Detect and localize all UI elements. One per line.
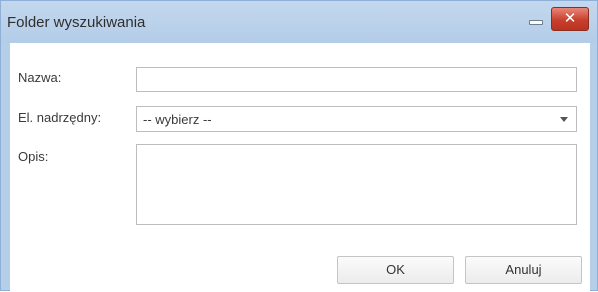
parent-select[interactable]: -- wybierz -- [136,106,577,132]
description-field-box [136,144,577,225]
close-icon: ✕ [563,10,577,27]
title-bar[interactable]: Folder wyszukiwania ✕ [1,1,597,43]
chevron-down-icon[interactable] [560,117,568,122]
dialog-title: Folder wyszukiwania [7,14,146,31]
name-label: Nazwa: [18,70,62,85]
dialog-body: Nazwa: El. nadrzędny: -- wybierz -- Opis… [10,43,590,292]
description-label: Opis: [18,149,49,164]
minimize-icon [529,20,543,25]
close-button[interactable]: ✕ [551,7,589,31]
minimize-button[interactable] [523,7,549,31]
parent-select-value: -- wybierz -- [143,112,212,127]
name-input[interactable] [137,68,576,91]
name-field-box [136,67,577,92]
ok-button[interactable]: OK [337,256,454,284]
parent-label: El. nadrzędny: [18,110,102,125]
description-textarea[interactable] [137,145,576,224]
dialog-window: Folder wyszukiwania ✕ Nazwa: El. nadrzęd… [0,0,598,292]
cancel-button[interactable]: Anuluj [465,256,582,284]
